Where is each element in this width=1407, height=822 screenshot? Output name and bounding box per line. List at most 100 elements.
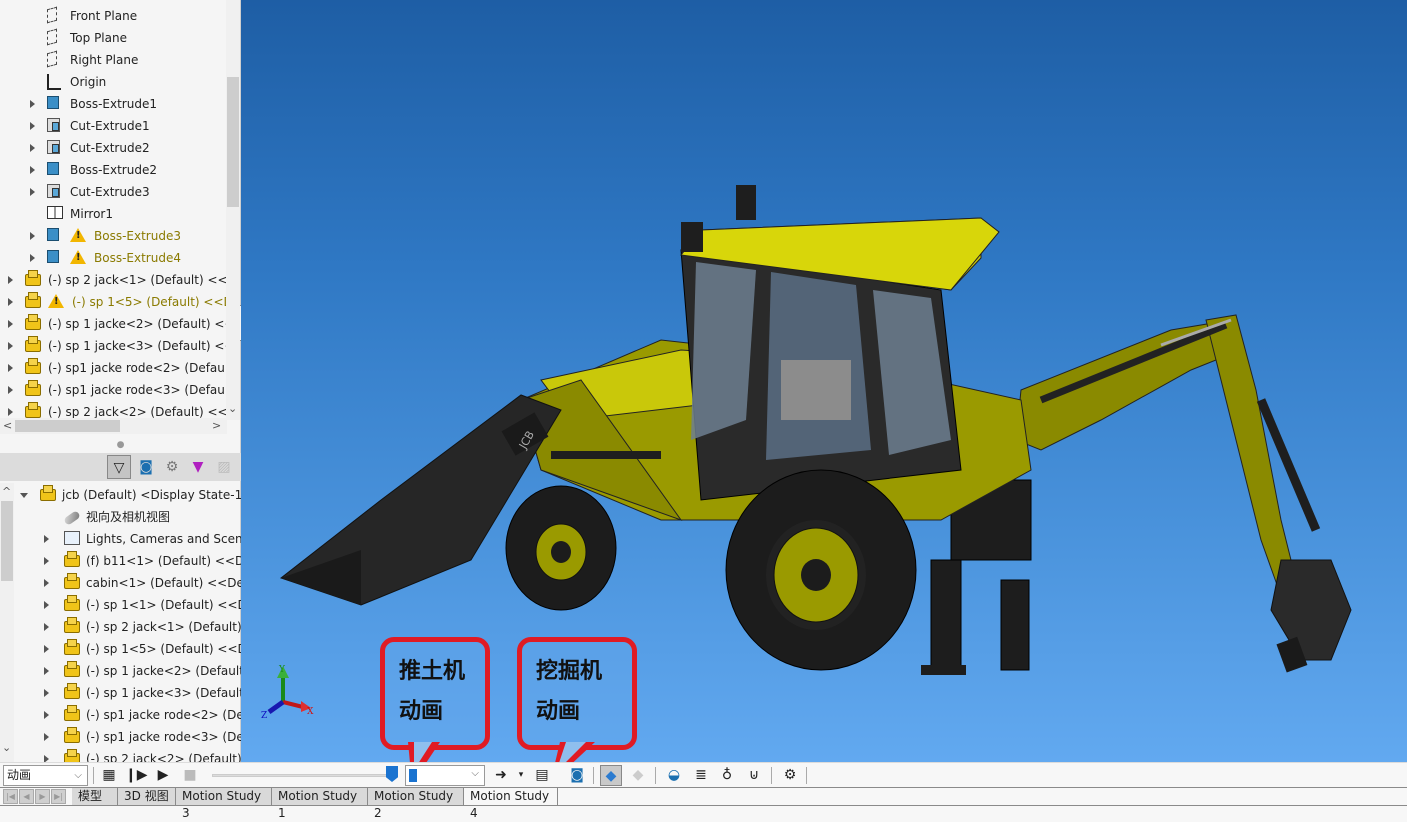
playback-speed-select[interactable]: ⌵	[405, 765, 485, 786]
expand-arrow-icon[interactable]	[44, 623, 49, 631]
tab-模型[interactable]: 模型	[72, 788, 118, 805]
gravity-icon[interactable]: ⊍	[743, 765, 765, 786]
scroll-right-icon[interactable]: >	[212, 419, 221, 433]
feature-tree-item[interactable]: Cut-Extrude1	[0, 115, 226, 137]
motion-tree-item[interactable]: (-) sp 1 jacke<3> (Default)	[0, 682, 241, 704]
feature-tree-item[interactable]: Origin	[0, 71, 226, 93]
feature-tree-item[interactable]: Front Plane	[0, 5, 226, 27]
scroll-left-icon[interactable]: <	[3, 419, 12, 433]
expand-arrow-icon[interactable]	[8, 342, 13, 350]
expand-arrow-icon[interactable]	[30, 100, 35, 108]
tab-prev-icon[interactable]: ◀	[19, 789, 34, 804]
motion-tree-item[interactable]: Lights, Cameras and Scene	[0, 528, 241, 550]
tab-motion-study-1[interactable]: Motion Study 1	[272, 788, 368, 820]
panel-splitter[interactable]: ●	[0, 437, 241, 453]
playback-mode-icon[interactable]: ➜	[490, 765, 512, 786]
animation-wizard-icon[interactable]: ◙	[566, 765, 588, 786]
motion-tree-item[interactable]: jcb (Default) <Display State-1>	[0, 484, 241, 506]
feature-tree-item[interactable]: (-) sp 2 jack<1> (Default) <<D	[0, 269, 237, 291]
feature-tree-item[interactable]: (-) sp1 jacke rode<2> (Default	[0, 357, 233, 379]
study-type-select[interactable]: 动画 ⌵	[3, 765, 88, 786]
expand-arrow-icon[interactable]	[8, 298, 13, 306]
stop-icon[interactable]: ■	[179, 765, 201, 786]
camera-filter-icon[interactable]: ◙	[134, 455, 158, 479]
expand-arrow-icon[interactable]	[30, 122, 35, 130]
expand-arrow-icon[interactable]	[8, 408, 13, 416]
expand-arrow-icon[interactable]	[30, 254, 35, 262]
expand-arrow-icon[interactable]	[8, 386, 13, 394]
feature-tree-item[interactable]: Cut-Extrude2	[0, 137, 226, 159]
settings-icon[interactable]: ⚙	[779, 765, 801, 786]
tab-motion-study-3[interactable]: Motion Study 3	[176, 788, 272, 820]
motion-tree-item[interactable]: (-) sp 1<1> (Default) <<De	[0, 594, 241, 616]
expand-arrow-icon[interactable]	[30, 144, 35, 152]
filter-icon[interactable]: ▽	[107, 455, 131, 479]
expand-arrow-icon[interactable]	[44, 667, 49, 675]
feature-tree-item[interactable]: Cut-Extrude3	[0, 181, 226, 203]
expand-arrow-icon[interactable]	[44, 733, 49, 741]
expand-arrow-icon[interactable]	[30, 166, 35, 174]
motion-tree-item[interactable]: cabin<1> (Default) <<Defa	[0, 572, 241, 594]
add-key-icon[interactable]: ◆	[627, 765, 649, 786]
save-animation-icon[interactable]: ▤	[531, 765, 553, 786]
feature-tree-item[interactable]: Mirror1	[0, 203, 226, 225]
feature-tree-item[interactable]: Boss-Extrude1	[0, 93, 226, 115]
feature-tree-item[interactable]: (-) sp1 jacke rode<3> (Default	[0, 379, 233, 401]
calculate-icon[interactable]: ▦	[98, 765, 120, 786]
motion-tree-item[interactable]: (-) sp1 jacke rode<3> (De	[0, 726, 241, 748]
motor-icon[interactable]: ◒	[663, 765, 685, 786]
feature-tree-vertical-scrollbar[interactable]: ⌄	[226, 0, 240, 420]
scroll-thumb[interactable]	[15, 420, 120, 432]
expand-arrow-icon[interactable]	[44, 601, 49, 609]
playback-slider-thumb[interactable]	[386, 766, 398, 782]
contact-icon[interactable]: ♁	[716, 765, 738, 786]
motion-tree-item[interactable]: (-) sp 1<5> (Default) <<De	[0, 638, 241, 660]
feature-tree-item[interactable]: ! Boss-Extrude3	[0, 225, 226, 247]
expand-arrow-icon[interactable]	[30, 232, 35, 240]
playback-slider[interactable]	[212, 774, 392, 777]
tab-3d-视图[interactable]: 3D 视图	[118, 788, 176, 805]
playback-mode-dropdown-icon[interactable]: ▾	[510, 765, 532, 786]
expand-arrow-icon[interactable]	[8, 364, 13, 372]
motion-tree-item[interactable]: (-) sp 2 jack<2> (Default)	[0, 748, 241, 762]
expand-arrow-icon[interactable]	[8, 320, 13, 328]
funnel-select-icon[interactable]: ▼	[186, 455, 210, 479]
feature-tree-item[interactable]: (-) sp 1 jacke<2> (Default) <<I	[0, 313, 238, 335]
spring-icon[interactable]: ≣	[690, 765, 712, 786]
feature-tree-item[interactable]: ! (-) sp 1<5> (Default) <<De	[0, 291, 240, 313]
motion-tree-item[interactable]: 视向及相机视图	[0, 506, 241, 528]
expand-arrow-icon[interactable]	[44, 557, 49, 565]
tab-motion-study-2[interactable]: Motion Study 2	[368, 788, 464, 820]
expand-arrow-icon[interactable]	[44, 535, 49, 543]
motion-tree-item[interactable]: (-) sp 1 jacke<2> (Default)	[0, 660, 241, 682]
feature-tree-item[interactable]: ! Boss-Extrude4	[0, 247, 226, 269]
expand-arrow-icon[interactable]	[44, 711, 49, 719]
expand-arrow-icon[interactable]	[44, 689, 49, 697]
autokey-icon[interactable]: ◆	[600, 765, 622, 786]
feature-tree-item-label: (-) sp 1 jacke<2> (Default) <<I	[48, 317, 239, 331]
feature-tree-horizontal-scrollbar[interactable]: < >	[0, 418, 227, 434]
gear-filter-icon[interactable]: ⚙	[160, 455, 184, 479]
feature-tree-item[interactable]: Top Plane	[0, 27, 226, 49]
expand-arrow-icon[interactable]	[30, 188, 35, 196]
expand-arrow-icon[interactable]	[44, 579, 49, 587]
expand-arrow-icon[interactable]	[44, 755, 49, 762]
motion-tree-item[interactable]: (-) sp 2 jack<1> (Default)	[0, 616, 241, 638]
feature-tree-item[interactable]: Boss-Extrude2	[0, 159, 226, 181]
expand-arrow-icon[interactable]	[8, 276, 13, 284]
tab-first-icon[interactable]: |◀	[3, 789, 18, 804]
tab-last-icon[interactable]: ▶|	[51, 789, 66, 804]
motion-tree-item[interactable]: (f) b11<1> (Default) <<De	[0, 550, 241, 572]
feature-tree-item[interactable]: Right Plane	[0, 49, 226, 71]
graph-filter-icon[interactable]: ▨	[212, 455, 236, 479]
tab-next-icon[interactable]: ▶	[35, 789, 50, 804]
play-from-start-icon[interactable]: ❙▶	[125, 765, 148, 786]
expand-arrow-icon[interactable]	[44, 645, 49, 653]
play-icon[interactable]: ▶	[152, 765, 174, 786]
collapse-arrow-icon[interactable]	[20, 493, 28, 498]
scroll-thumb[interactable]	[227, 77, 239, 207]
feature-tree-item[interactable]: (-) sp 1 jacke<3> (Default) <<I	[0, 335, 238, 357]
tab-motion-study-4[interactable]: Motion Study 4	[464, 788, 558, 820]
motion-tree-item[interactable]: (-) sp1 jacke rode<2> (De	[0, 704, 241, 726]
scroll-down-icon[interactable]: ⌄	[228, 402, 237, 416]
